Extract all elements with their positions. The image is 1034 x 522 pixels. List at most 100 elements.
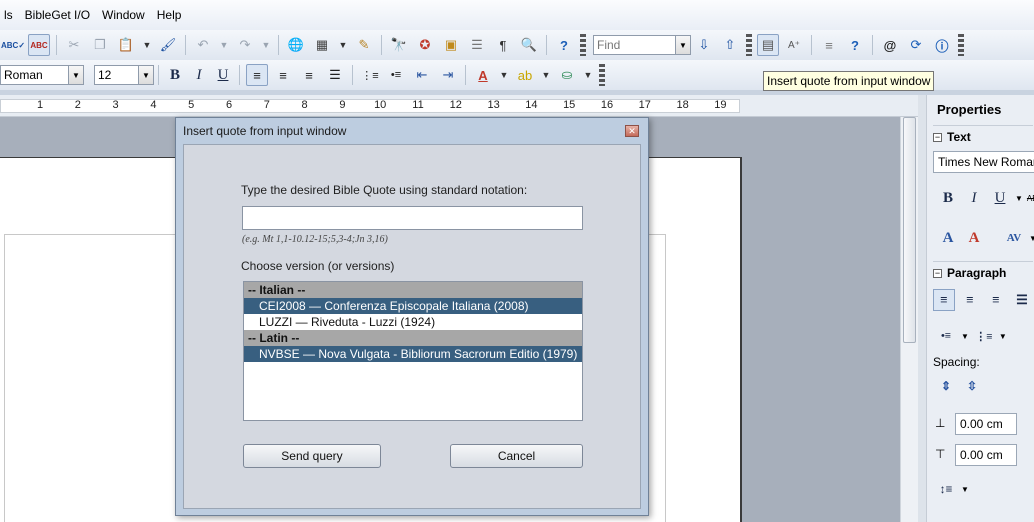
collapse-icon[interactable]: − <box>933 132 942 142</box>
scrollbar-thumb[interactable] <box>903 117 916 343</box>
align-right-icon[interactable]: ≡ <box>298 64 320 86</box>
send-query-button[interactable]: Send query <box>243 444 381 468</box>
data-sources-icon[interactable]: ☰ <box>466 34 488 56</box>
font-name-combo[interactable]: Roman ▼ <box>0 65 84 85</box>
horizontal-ruler[interactable]: ⌐ 12345678910111213141516171819 <box>0 95 920 117</box>
character-spacing-icon[interactable]: AV <box>1003 227 1025 249</box>
sidebar-align-center-icon[interactable]: ≡ <box>959 289 981 311</box>
align-left-icon[interactable]: ≡ <box>246 64 268 86</box>
sidebar-numbering-icon[interactable]: ⋮≡ <box>973 325 995 347</box>
sidebar-align-right-icon[interactable]: ≡ <box>985 289 1007 311</box>
send-feedback-icon[interactable]: @ <box>879 34 901 56</box>
toolbar-grip[interactable] <box>599 64 605 86</box>
table-dropdown-icon[interactable]: ▼ <box>335 34 351 56</box>
toolbar-grip[interactable] <box>746 34 752 56</box>
font-name-input[interactable]: Roman <box>1 68 68 82</box>
settings-icon[interactable]: ≡ <box>818 34 840 56</box>
paste-dropdown-icon[interactable]: ▼ <box>139 34 155 56</box>
text-section-header[interactable]: − Text <box>933 130 971 144</box>
sidebar-underline-dropdown-icon[interactable]: ▼ <box>1015 194 1023 203</box>
justify-icon[interactable]: ☰ <box>324 64 346 86</box>
shrink-font-icon[interactable]: A <box>963 227 985 249</box>
bold-icon[interactable]: B <box>164 67 186 84</box>
spacing-above-field[interactable]: 0.00 cm <box>955 413 1017 435</box>
about-icon[interactable]: ⓘ <box>931 34 953 56</box>
version-option-nvbse[interactable]: NVBSE — Nova Vulgata - Bibliorum Sacroru… <box>244 346 582 362</box>
sidebar-bold-icon[interactable]: B <box>937 187 959 209</box>
background-color-dropdown-icon[interactable]: ▼ <box>580 64 596 86</box>
font-size-dropdown-icon[interactable]: ▼ <box>138 66 153 84</box>
sidebar-justify-icon[interactable]: ☰ <box>1011 289 1033 311</box>
spellcheck-icon[interactable]: ABC✓ <box>1 34 25 56</box>
sidebar-strikethrough-icon[interactable]: ABC <box>1027 194 1034 203</box>
contribute-icon[interactable]: ⟳ <box>905 34 927 56</box>
find-replace-icon[interactable]: 🔭 <box>388 34 410 56</box>
line-spacing-dropdown-icon[interactable]: ▼ <box>961 485 969 494</box>
sidebar-bullets-dropdown-icon[interactable]: ▼ <box>961 332 969 341</box>
toolbar-grip[interactable] <box>958 34 964 56</box>
collapse-icon[interactable]: − <box>933 268 942 278</box>
background-color-icon[interactable]: ⛀ <box>556 64 578 86</box>
sidebar-underline-icon[interactable]: U <box>989 187 1011 209</box>
underline-icon[interactable]: U <box>212 67 234 84</box>
find-previous-icon[interactable]: ⇧ <box>719 34 741 56</box>
paragraph-section-header[interactable]: − Paragraph <box>933 266 1006 280</box>
sidebar-splitter[interactable] <box>918 95 927 522</box>
decrease-spacing-icon[interactable]: ⇳ <box>961 375 983 397</box>
increase-indent-icon[interactable]: ⇥ <box>437 64 459 86</box>
sidebar-italic-icon[interactable]: I <box>963 187 985 209</box>
hyperlink-icon[interactable]: 🌐 <box>285 34 307 56</box>
vertical-scrollbar[interactable] <box>900 117 918 522</box>
grow-font-icon[interactable]: A <box>937 227 959 249</box>
formatting-marks-icon[interactable]: ¶ <box>492 34 514 56</box>
cancel-button[interactable]: Cancel <box>450 444 583 468</box>
gallery-icon[interactable]: ▣ <box>440 34 462 56</box>
undo-icon[interactable]: ↶ <box>192 34 214 56</box>
copy-icon[interactable]: ❐ <box>89 34 111 56</box>
version-option-luzzi[interactable]: LUZZI — Riveduta - Luzzi (1924) <box>244 314 582 330</box>
autospellcheck-icon[interactable]: ABC <box>28 34 50 56</box>
menu-tools[interactable]: ls <box>0 8 21 22</box>
help-icon[interactable]: ? <box>553 34 575 56</box>
numbering-icon[interactable]: ⋮≡ <box>359 64 381 86</box>
paste-icon[interactable]: 📋 <box>115 34 137 56</box>
italic-icon[interactable]: I <box>188 67 210 84</box>
insert-quote-dialog-icon[interactable]: ▤ <box>757 34 779 56</box>
bullets-icon[interactable]: •≡ <box>385 64 407 86</box>
find-combo[interactable]: Find ▼ <box>593 35 691 55</box>
font-color-icon[interactable]: A <box>472 64 494 86</box>
character-spacing-dropdown-icon[interactable]: ▼ <box>1029 234 1034 243</box>
font-size-combo[interactable]: 12 ▼ <box>94 65 154 85</box>
line-spacing-icon[interactable]: ↕≡ <box>935 478 957 500</box>
font-name-dropdown-icon[interactable]: ▼ <box>68 66 83 84</box>
sidebar-bullets-icon[interactable]: •≡ <box>935 325 957 347</box>
highlighting-icon[interactable]: ab <box>514 64 536 86</box>
version-option-cei2008[interactable]: CEI2008 — Conferenza Episcopale Italiana… <box>244 298 582 314</box>
find-next-icon[interactable]: ⇩ <box>693 34 715 56</box>
highlighting-dropdown-icon[interactable]: ▼ <box>538 64 554 86</box>
versions-listbox[interactable]: -- Italian -- CEI2008 — Conferenza Episc… <box>243 281 583 421</box>
navigator-icon[interactable]: ✪ <box>414 34 436 56</box>
redo-icon[interactable]: ↷ <box>234 34 256 56</box>
table-icon[interactable]: ▦ <box>311 34 333 56</box>
quote-input[interactable] <box>242 206 583 230</box>
find-dropdown-icon[interactable]: ▼ <box>675 36 690 54</box>
dialog-titlebar[interactable]: Insert quote from input window <box>176 118 648 144</box>
undo-dropdown-icon[interactable]: ▼ <box>216 34 232 56</box>
font-size-input[interactable]: 12 <box>95 68 138 82</box>
menu-window[interactable]: Window <box>98 8 153 22</box>
find-input[interactable]: Find <box>594 38 675 52</box>
sidebar-align-left-icon[interactable]: ≡ <box>933 289 955 311</box>
sidebar-font-name[interactable]: Times New Roman <box>933 151 1034 173</box>
clone-formatting-icon[interactable]: 🖌 <box>157 34 179 56</box>
spacing-below-field[interactable]: 0.00 cm <box>955 444 1017 466</box>
close-icon[interactable]: ✕ <box>625 125 639 137</box>
sidebar-numbering-dropdown-icon[interactable]: ▼ <box>999 332 1007 341</box>
font-color-dropdown-icon[interactable]: ▼ <box>496 64 512 86</box>
toolbar-grip[interactable] <box>580 34 586 56</box>
zoom-icon[interactable]: 🔍 <box>518 34 540 56</box>
align-center-icon[interactable]: ≡ <box>272 64 294 86</box>
increase-spacing-icon[interactable]: ⇕ <box>935 375 957 397</box>
decrease-indent-icon[interactable]: ⇤ <box>411 64 433 86</box>
redo-dropdown-icon[interactable]: ▼ <box>258 34 274 56</box>
